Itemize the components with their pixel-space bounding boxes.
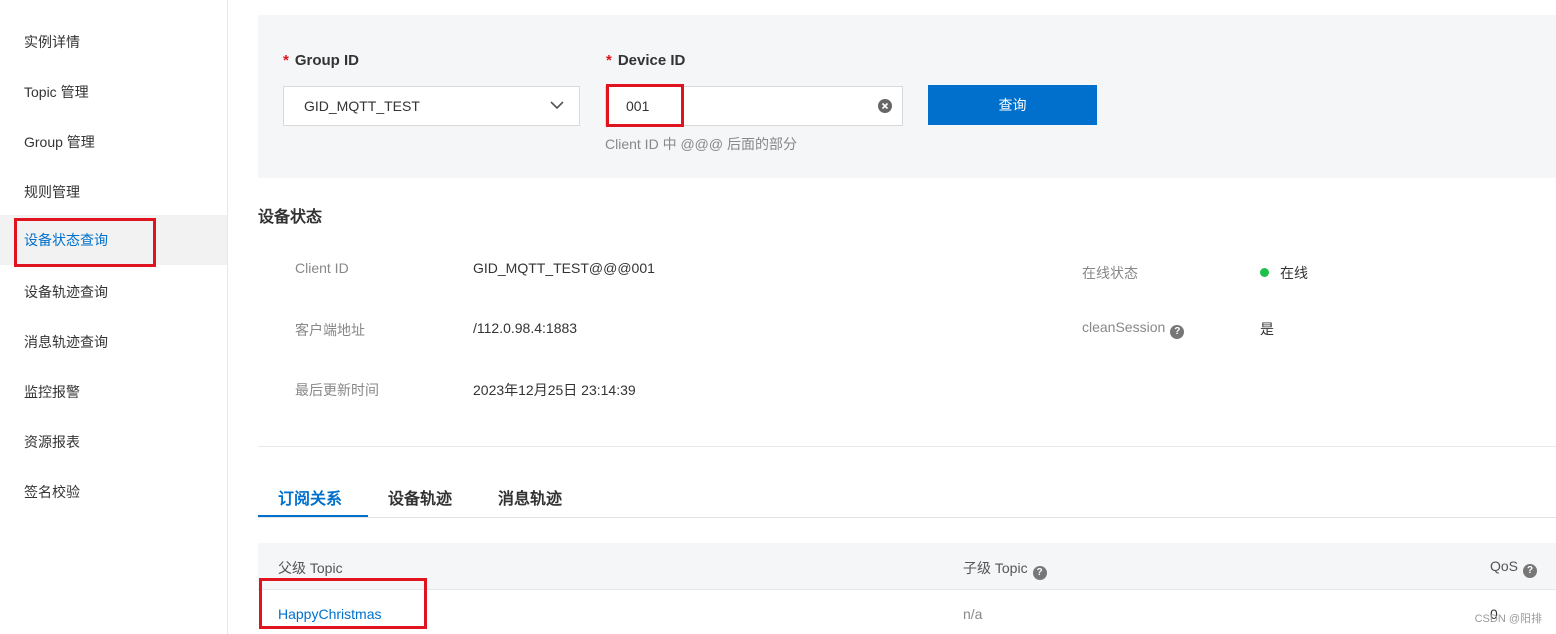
query-panel: * Group ID GID_MQTT_TEST * Device ID Clien… xyxy=(258,15,1556,178)
client-id-value: GID_MQTT_TEST@@@001 xyxy=(473,260,655,276)
sidebar-item-topic-management[interactable]: Topic 管理 xyxy=(0,67,227,117)
tab-device-trace[interactable]: 设备轨迹 xyxy=(388,485,452,509)
clear-icon[interactable] xyxy=(878,99,892,113)
sidebar: 实例详情 Topic 管理 Group 管理 规则管理 设备状态查询 设备轨迹查… xyxy=(0,0,228,634)
online-status-label: 在线状态 xyxy=(1082,265,1138,281)
last-updated-label: 最后更新时间 xyxy=(295,382,379,398)
help-icon[interactable]: ? xyxy=(1032,566,1047,580)
sidebar-item-signature-check[interactable]: 签名校验 xyxy=(0,467,227,517)
client-address-value: /112.0.98.4:1883 xyxy=(473,320,578,336)
th-qos: QoS? xyxy=(1490,558,1538,578)
sidebar-item-group-management[interactable]: Group 管理 xyxy=(0,117,227,167)
device-id-label-text: Device ID xyxy=(617,52,686,69)
clean-session-value: 是 xyxy=(1260,321,1274,337)
clean-session-label-text: cleanSession xyxy=(1082,319,1166,335)
active-tab-indicator xyxy=(258,515,368,517)
watermark: CSDN @阳排 xyxy=(1474,613,1542,625)
th-parent-topic: 父级 Topic xyxy=(278,560,343,576)
help-icon[interactable]: ? xyxy=(1170,325,1185,339)
group-id-selected-value: GID_MQTT_TEST xyxy=(304,98,420,114)
section-divider xyxy=(258,446,1556,447)
device-id-label: * Device ID xyxy=(606,52,685,69)
last-updated-value: 2023年12月25日 23:14:39 xyxy=(473,382,636,398)
table-header: 父级 Topic 子级 Topic? QoS? xyxy=(258,543,1556,590)
client-address-label: 客户端地址 xyxy=(295,322,365,338)
sidebar-item-instance-detail[interactable]: 实例详情 xyxy=(0,17,227,67)
sub-topic-cell: n/a xyxy=(963,606,983,622)
device-id-input[interactable] xyxy=(626,87,846,125)
online-dot-icon xyxy=(1260,268,1269,277)
required-mark: * xyxy=(606,52,612,69)
sidebar-item-resource-reports[interactable]: 资源报表 xyxy=(0,417,227,467)
online-status-value: 在线 xyxy=(1260,263,1308,283)
chevron-down-icon xyxy=(550,101,564,110)
th-sub-topic: 子级 Topic? xyxy=(963,558,1047,580)
tab-subscriptions[interactable]: 订阅关系 xyxy=(278,485,342,509)
clean-session-label: cleanSession? xyxy=(1082,319,1185,339)
group-id-label-text: Group ID xyxy=(294,52,360,69)
device-status-title: 设备状态 xyxy=(258,209,323,226)
sidebar-item-device-status-query[interactable]: 设备状态查询 xyxy=(0,215,227,265)
device-id-hint: Client ID 中 @@@ 后面的部分 xyxy=(605,136,797,152)
sidebar-item-message-trace-query[interactable]: 消息轨迹查询 xyxy=(0,317,227,367)
group-id-select[interactable]: GID_MQTT_TEST xyxy=(283,86,580,126)
sidebar-item-rule-management[interactable]: 规则管理 xyxy=(0,167,227,217)
th-sub-topic-text: 子级 Topic xyxy=(963,560,1028,576)
tab-message-trace[interactable]: 消息轨迹 xyxy=(498,485,562,509)
device-id-field[interactable] xyxy=(605,86,903,126)
help-icon[interactable]: ? xyxy=(1523,564,1538,578)
sidebar-item-device-trace-query[interactable]: 设备轨迹查询 xyxy=(0,267,227,317)
query-button[interactable]: 查询 xyxy=(928,85,1097,125)
online-status-text: 在线 xyxy=(1280,265,1308,281)
client-id-label: Client ID xyxy=(295,260,349,276)
group-id-label: * Group ID xyxy=(283,52,359,69)
sidebar-item-monitoring-alerts[interactable]: 监控报警 xyxy=(0,367,227,417)
th-qos-text: QoS xyxy=(1490,558,1519,574)
parent-topic-link[interactable]: HappyChristmas xyxy=(278,606,381,622)
required-mark: * xyxy=(283,52,289,69)
tab-bar-line xyxy=(258,517,1556,518)
